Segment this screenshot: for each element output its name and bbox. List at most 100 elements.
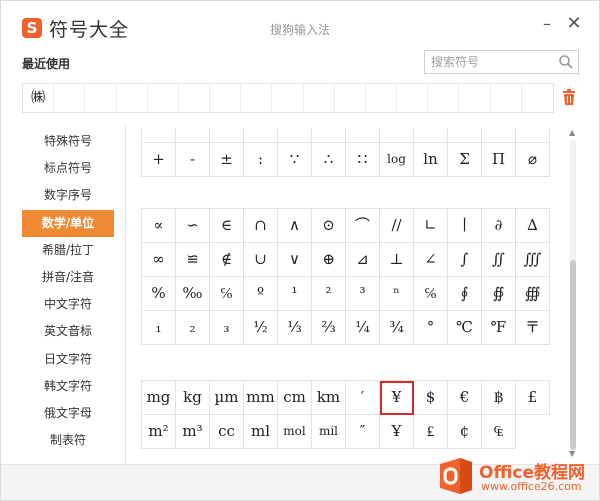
symbol-cell[interactable]: £ — [516, 381, 550, 415]
scroll-down-icon[interactable]: ▼ — [569, 449, 575, 458]
symbol-cell[interactable]: ∝ — [142, 209, 176, 243]
sidebar-item-5[interactable]: 拼音/注音 — [22, 264, 114, 291]
recent-symbol-cell[interactable] — [522, 84, 553, 112]
symbol-cell[interactable]: µm — [210, 381, 244, 415]
recent-symbol-cell[interactable] — [272, 84, 304, 112]
sidebar-item-0[interactable]: 特殊符号 — [22, 128, 114, 155]
symbol-cell[interactable]: ⊿ — [346, 243, 380, 277]
sidebar-item-9[interactable]: 韩文字符 — [22, 373, 114, 400]
symbol-cell[interactable]: ∭ — [516, 243, 550, 277]
scroll-up-icon[interactable]: ▲ — [569, 128, 575, 137]
symbol-cell[interactable]: ⊙ — [312, 209, 346, 243]
symbol-cell[interactable]: ∽ — [176, 209, 210, 243]
symbol-cell[interactable]: Σ — [448, 143, 482, 177]
symbol-cell[interactable]: ° — [414, 311, 448, 345]
recent-symbol-cell[interactable] — [179, 84, 211, 112]
symbol-cell[interactable]: ₂ — [176, 311, 210, 345]
recent-symbol-cell[interactable] — [335, 84, 366, 112]
symbol-cell[interactable]: ¹ — [278, 277, 312, 311]
symbol-cell[interactable]: ¥ — [380, 381, 414, 415]
recent-symbol-cell[interactable]: ㈱ — [23, 84, 55, 112]
symbol-cell[interactable]: log — [380, 143, 414, 177]
symbol-cell[interactable]: ln — [414, 143, 448, 177]
symbol-cell[interactable]: mm — [244, 381, 278, 415]
recent-symbol-cell[interactable] — [491, 84, 522, 112]
symbol-cell[interactable]: ₁ — [142, 311, 176, 345]
symbol-cell[interactable]: ∠ — [414, 243, 448, 277]
symbol-cell[interactable]: m² — [142, 415, 176, 449]
symbol-cell[interactable]: 〒 — [516, 311, 550, 345]
sidebar-item-10[interactable]: 俄文字母 — [22, 400, 114, 427]
symbol-cell[interactable]: ∰ — [516, 277, 550, 311]
symbol-cell[interactable]: mg — [142, 381, 176, 415]
minimize-button[interactable]: – — [538, 15, 556, 33]
symbol-cell[interactable]: ∣ — [448, 209, 482, 243]
symbol-cell[interactable]: ½ — [244, 311, 278, 345]
symbol-cell[interactable]: ³ — [346, 277, 380, 311]
symbol-cell[interactable]: ∉ — [210, 243, 244, 277]
recent-symbol-cell[interactable] — [148, 84, 179, 112]
scroll-thumb[interactable] — [570, 260, 576, 450]
symbol-cell[interactable]: ∧ — [278, 209, 312, 243]
symbol-cell[interactable]: ∞ — [142, 243, 176, 277]
symbol-cell[interactable]: ∟ — [414, 209, 448, 243]
symbol-cell[interactable]: ⊕ — [312, 243, 346, 277]
symbol-cell[interactable]: ml — [244, 415, 278, 449]
symbol-cell[interactable]: ∬ — [482, 243, 516, 277]
symbol-cell[interactable]: mil — [312, 415, 346, 449]
symbol-cell[interactable]: ′ — [346, 381, 380, 415]
symbol-cell[interactable]: ℃ — [448, 311, 482, 345]
recent-symbol-cell[interactable] — [241, 84, 273, 112]
symbol-cell[interactable]: º — [244, 277, 278, 311]
sidebar-item-4[interactable]: 希腊/拉丁 — [22, 237, 114, 264]
symbol-cell[interactable]: ⌀ — [516, 143, 550, 177]
symbol-cell[interactable]: - — [176, 143, 210, 177]
symbol-cell[interactable]: ∨ — [278, 243, 312, 277]
symbol-cell[interactable]: ∮ — [448, 277, 482, 311]
search-input[interactable] — [425, 51, 555, 73]
scrollbar[interactable]: ▲ ▼ — [568, 128, 578, 458]
close-button[interactable]: ✕ — [565, 15, 583, 33]
scroll-track[interactable] — [570, 140, 576, 450]
sidebar-item-6[interactable]: 中文字符 — [22, 291, 114, 318]
symbol-cell[interactable]: ℅ — [210, 277, 244, 311]
symbol-cell[interactable]: ⅓ — [278, 311, 312, 345]
symbol-cell[interactable]: ∵ — [278, 143, 312, 177]
symbol-cell[interactable]: ∯ — [482, 277, 516, 311]
symbol-cell[interactable]: ∪ — [244, 243, 278, 277]
symbol-cell[interactable]: + — [142, 143, 176, 177]
symbol-cell[interactable]: mol — [278, 415, 312, 449]
symbol-cell[interactable]: ₠ — [482, 415, 516, 449]
symbol-cell[interactable]: ∴ — [312, 143, 346, 177]
symbol-cell[interactable]: % — [142, 277, 176, 311]
symbol-cell[interactable]: ∈ — [210, 209, 244, 243]
recent-symbol-cell[interactable] — [117, 84, 148, 112]
recent-symbol-cell[interactable] — [366, 84, 398, 112]
recent-symbol-cell[interactable] — [397, 84, 429, 112]
symbol-cell[interactable]: Ұ — [380, 415, 414, 449]
sidebar-item-11[interactable]: 制表符 — [22, 427, 114, 454]
sidebar-item-1[interactable]: 标点符号 — [22, 155, 114, 182]
sidebar-item-7[interactable]: 英文音标 — [22, 318, 114, 345]
symbol-cell[interactable]: ² — [312, 277, 346, 311]
symbol-cell[interactable]: ℉ — [482, 311, 516, 345]
symbol-cell[interactable]: ⊥ — [380, 243, 414, 277]
symbol-cell[interactable]: kg — [176, 381, 210, 415]
symbol-cell[interactable]: ₃ — [210, 311, 244, 345]
symbol-cell[interactable]: ″ — [346, 415, 380, 449]
symbol-cell[interactable]: km — [312, 381, 346, 415]
symbol-cell[interactable]: ∫ — [448, 243, 482, 277]
symbol-cell[interactable]: ⅔ — [312, 311, 346, 345]
symbol-cell[interactable]: m³ — [176, 415, 210, 449]
symbol-cell[interactable]: ∂ — [482, 209, 516, 243]
symbol-cell[interactable]: ± — [210, 143, 244, 177]
search-icon[interactable] — [558, 54, 574, 70]
symbol-cell[interactable]: ⌒ — [346, 209, 380, 243]
symbol-cell[interactable]: ∆ — [516, 209, 550, 243]
symbol-cell[interactable]: Π — [482, 143, 516, 177]
sidebar-item-8[interactable]: 日文字符 — [22, 346, 114, 373]
symbol-cell[interactable]: $ — [414, 381, 448, 415]
symbol-cell[interactable]: ¼ — [346, 311, 380, 345]
symbol-cell[interactable]: ₤ — [414, 415, 448, 449]
recent-symbol-cell[interactable] — [54, 84, 86, 112]
